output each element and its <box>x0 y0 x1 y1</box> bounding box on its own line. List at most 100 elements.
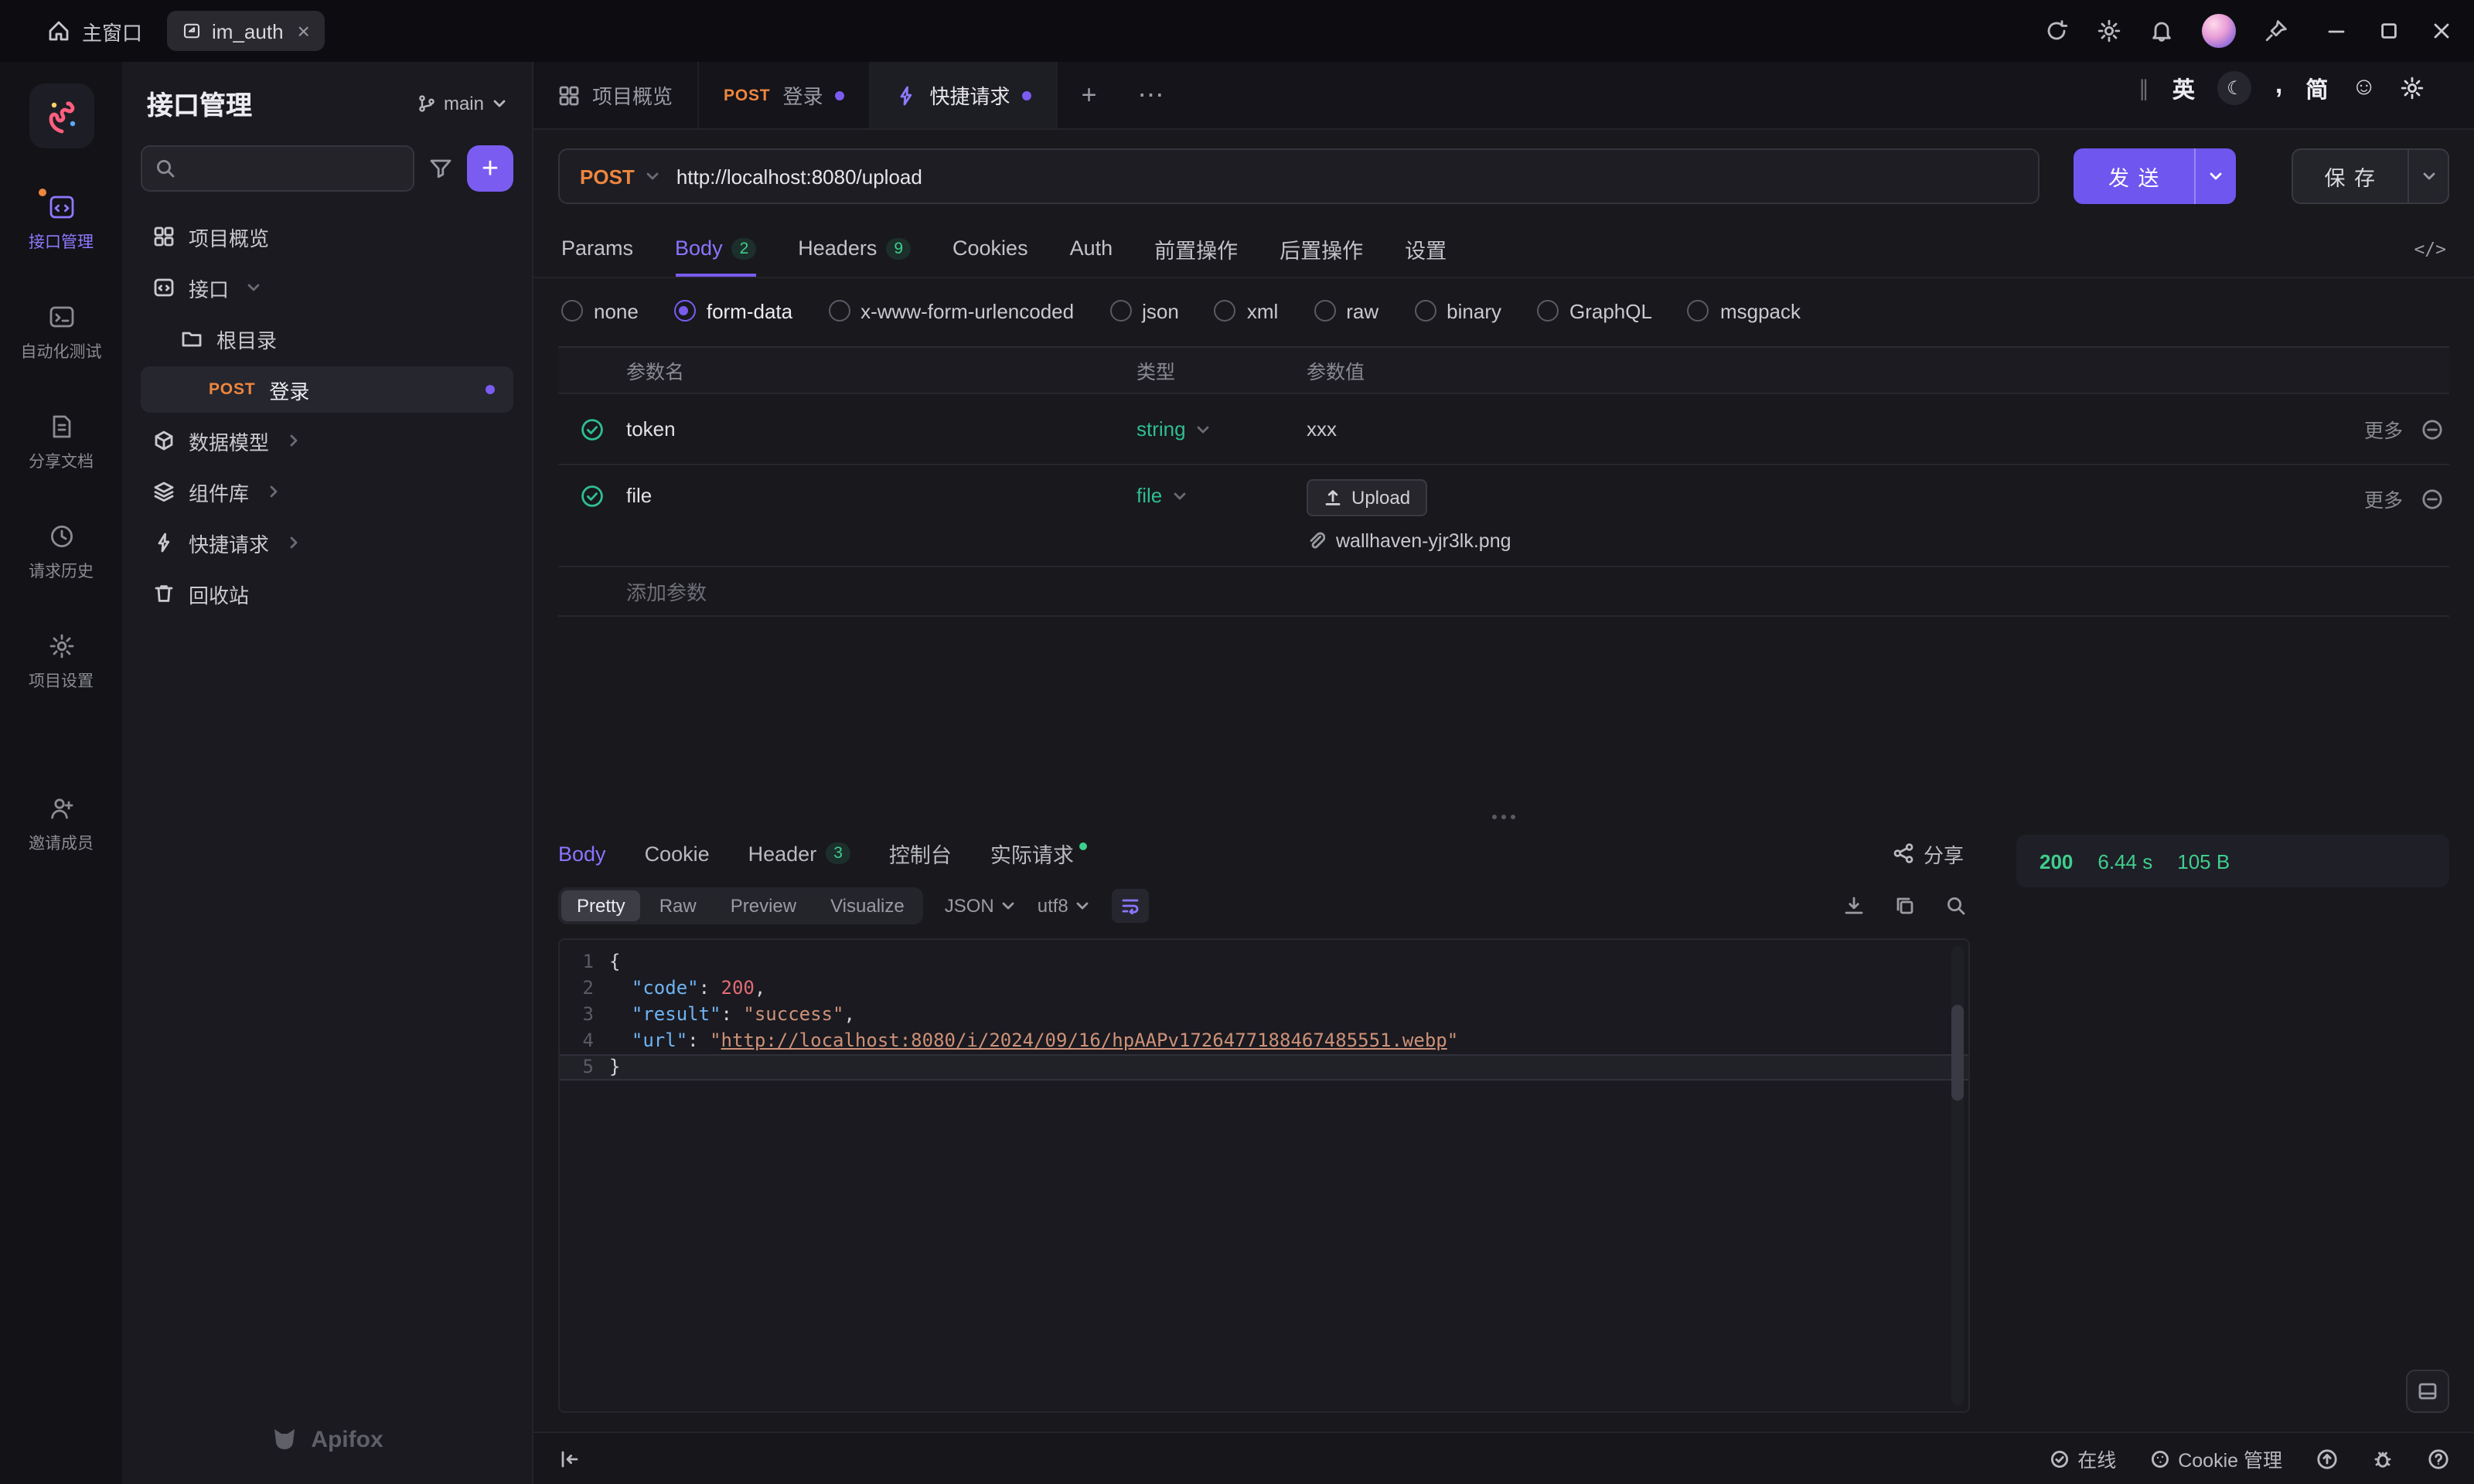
help-icon[interactable] <box>2428 1448 2449 1469</box>
send-button[interactable]: 发 送 <box>2074 148 2237 204</box>
radio-binary[interactable]: binary <box>1414 299 1501 322</box>
user-avatar[interactable] <box>2202 14 2236 48</box>
tab-cookies[interactable]: Cookies <box>952 220 1028 277</box>
tree-item-data-models[interactable]: 数据模型 <box>141 417 513 464</box>
collapse-left-icon[interactable] <box>558 1448 580 1469</box>
main-window-button[interactable]: 主窗口 <box>46 16 142 46</box>
tab-quick-request[interactable]: 快捷请求 <box>871 62 1058 128</box>
tab-settings[interactable]: 设置 <box>1405 220 1447 277</box>
new-tab-button[interactable]: + <box>1058 62 1120 128</box>
emoji-smiley-icon[interactable]: ☺ <box>2351 74 2377 102</box>
param-name[interactable]: token <box>626 417 1136 441</box>
tab-headers[interactable]: Headers 9 <box>798 220 912 277</box>
resp-tab-cookie[interactable]: Cookie <box>645 842 710 865</box>
online-status[interactable]: 在线 <box>2050 1444 2116 1473</box>
app-logo[interactable] <box>29 83 94 148</box>
format-select[interactable]: JSON <box>945 895 1016 917</box>
search-response-icon[interactable] <box>1945 895 1967 917</box>
nav-share-docs[interactable]: 分享文档 <box>10 399 112 487</box>
ime-punctuation-icon[interactable]: , <box>2275 70 2282 100</box>
attached-file[interactable]: wallhaven-yjr3lk.png <box>1307 530 2301 552</box>
tab-login-api[interactable]: POST 登录 <box>699 62 871 128</box>
upload-button[interactable]: Upload <box>1307 479 1428 516</box>
moon-icon[interactable]: ☾ <box>2217 71 2252 105</box>
tab-params[interactable]: Params <box>561 220 633 277</box>
search-input[interactable] <box>186 158 400 179</box>
enabled-check-icon[interactable] <box>580 417 605 441</box>
radio-form-data[interactable]: form-data <box>673 299 792 322</box>
settings-gear-icon[interactable] <box>2097 19 2121 43</box>
window-tab-im-auth[interactable]: im_auth × <box>167 11 325 51</box>
bug-report-icon[interactable] <box>2372 1448 2394 1469</box>
tab-body[interactable]: Body 2 <box>675 220 757 277</box>
generate-code-icon[interactable]: </> <box>2414 237 2446 259</box>
minimize-icon[interactable] <box>2326 20 2347 42</box>
branch-selector[interactable]: main <box>417 92 507 114</box>
tree-item-login-api[interactable]: POST 登录 <box>141 366 513 413</box>
resp-tab-actual-request[interactable]: 实际请求 <box>990 838 1088 869</box>
nav-invite-members[interactable]: 邀请成员 <box>10 781 112 869</box>
mode-raw[interactable]: Raw <box>644 890 712 921</box>
cookie-manager[interactable]: Cookie 管理 <box>2150 1444 2282 1473</box>
radio-xml[interactable]: xml <box>1214 299 1278 322</box>
radio-x-www-form-urlencoded[interactable]: x-www-form-urlencoded <box>828 299 1074 322</box>
resp-tab-console[interactable]: 控制台 <box>889 838 952 869</box>
ime-drag-handle-icon[interactable]: ∥ <box>2138 75 2149 101</box>
resize-handle[interactable] <box>533 807 2474 825</box>
response-body-editor[interactable]: 1{2 "code": 200, 3 "result": "success", 4 … <box>558 938 1970 1413</box>
tab-project-overview[interactable]: 项目概览 <box>533 62 700 128</box>
mode-visualize[interactable]: Visualize <box>815 890 920 921</box>
radio-raw[interactable]: raw <box>1314 299 1378 322</box>
enabled-check-icon[interactable] <box>580 484 605 509</box>
tab-pre-actions[interactable]: 前置操作 <box>1154 220 1238 277</box>
maximize-icon[interactable] <box>2378 20 2400 42</box>
param-value[interactable]: xxx <box>1285 417 2301 441</box>
search-box[interactable] <box>141 145 414 192</box>
param-type-select[interactable]: string <box>1136 417 1285 441</box>
filter-icon[interactable] <box>428 156 453 181</box>
mode-pretty[interactable]: Pretty <box>561 890 641 921</box>
copy-icon[interactable] <box>1894 895 1916 917</box>
resp-tab-header[interactable]: Header 3 <box>748 842 850 865</box>
more-link[interactable]: 更多 <box>2364 484 2403 513</box>
tree-item-recycle-bin[interactable]: 回收站 <box>141 570 513 617</box>
ime-language-indicator[interactable]: 英 <box>2172 72 2195 104</box>
ime-settings-gear-icon[interactable] <box>2400 76 2425 100</box>
download-icon[interactable] <box>1843 895 1865 917</box>
mode-preview[interactable]: Preview <box>715 890 812 921</box>
close-tab-icon[interactable]: × <box>298 19 310 43</box>
ime-simplified-indicator[interactable]: 简 <box>2305 72 2328 104</box>
add-param-row[interactable]: 添加参数 <box>558 567 2449 617</box>
radio-none[interactable]: none <box>561 299 639 322</box>
method-select[interactable]: POST <box>580 165 661 188</box>
tree-item-api-group[interactable]: 接口 <box>141 264 513 311</box>
add-api-button[interactable]: + <box>467 145 513 192</box>
tab-post-actions[interactable]: 后置操作 <box>1280 220 1363 277</box>
tree-item-project-overview[interactable]: 项目概览 <box>141 213 513 260</box>
upgrade-icon[interactable] <box>2316 1448 2338 1469</box>
tree-item-quick-request[interactable]: 快捷请求 <box>141 519 513 566</box>
more-tabs-button[interactable]: ⋯ <box>1120 62 1182 128</box>
layout-panel-button[interactable] <box>2406 1370 2449 1413</box>
nav-api-management[interactable]: 接口管理 <box>10 179 112 267</box>
editor-scrollbar-thumb[interactable] <box>1951 1005 1964 1101</box>
pin-icon[interactable] <box>2264 19 2288 43</box>
encoding-select[interactable]: utf8 <box>1038 895 1090 917</box>
notifications-bell-icon[interactable] <box>2149 19 2174 43</box>
radio-json[interactable]: json <box>1109 299 1179 322</box>
sync-icon[interactable] <box>2044 19 2069 43</box>
nav-request-history[interactable]: 请求历史 <box>10 509 112 597</box>
param-type-select[interactable]: file <box>1136 484 1285 507</box>
url-input[interactable] <box>676 165 2019 188</box>
more-link[interactable]: 更多 <box>2364 414 2403 444</box>
nav-automated-testing[interactable]: 自动化测试 <box>10 289 112 377</box>
save-button[interactable]: 保 存 <box>2292 148 2449 204</box>
word-wrap-icon[interactable] <box>1111 889 1149 923</box>
param-name[interactable]: file <box>626 484 1136 507</box>
save-options-caret[interactable] <box>2408 150 2448 203</box>
tab-auth[interactable]: Auth <box>1070 220 1113 277</box>
tree-item-component-library[interactable]: 组件库 <box>141 468 513 515</box>
nav-project-settings[interactable]: 项目设置 <box>10 618 112 706</box>
tree-item-root-folder[interactable]: 根目录 <box>141 315 513 362</box>
resp-tab-body[interactable]: Body <box>558 842 606 865</box>
